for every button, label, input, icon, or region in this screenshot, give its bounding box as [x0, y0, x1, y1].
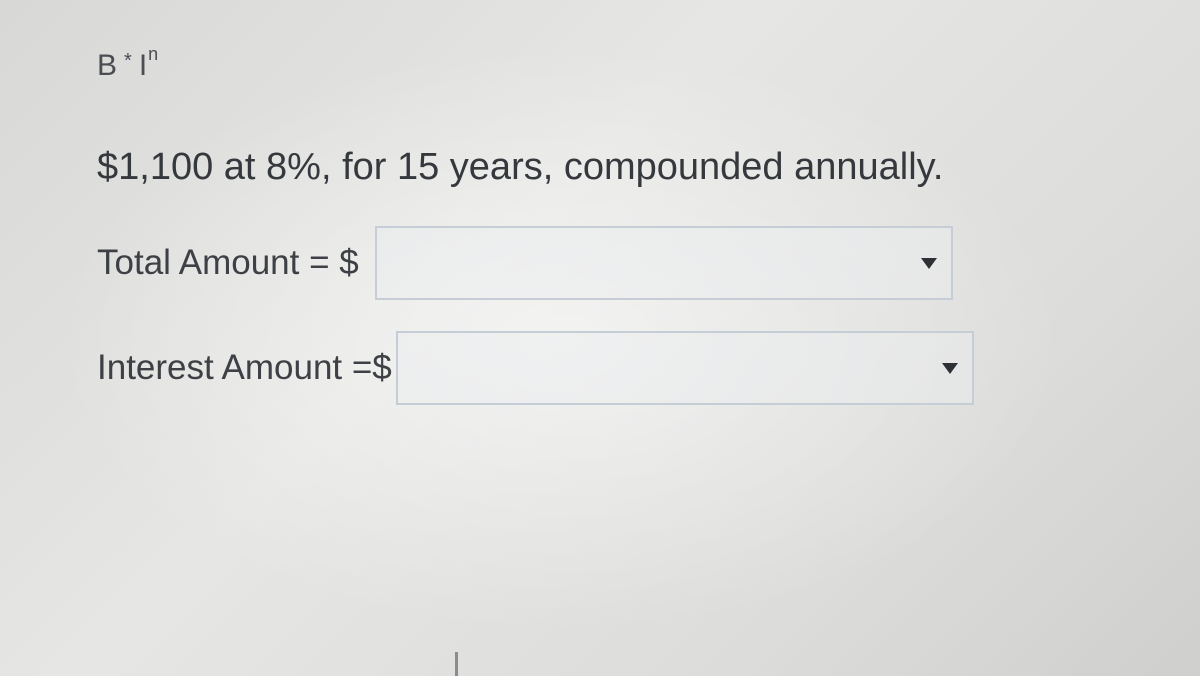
formula-base: B [97, 49, 119, 82]
problem-statement: $1,100 at 8%, for 15 years, compounded a… [97, 146, 944, 188]
chevron-down-icon[interactable] [941, 363, 958, 374]
formula: B * In [97, 44, 159, 83]
chevron-down-icon[interactable] [920, 258, 937, 269]
total-amount-dropdown[interactable] [374, 226, 953, 300]
formula-operator: * [124, 50, 133, 72]
divider-mark [455, 652, 458, 676]
interest-amount-label: Interest Amount =$ [97, 348, 392, 387]
total-amount-row: Total Amount = $ [97, 226, 953, 300]
question-panel: B * In $1,100 at 8%, for 15 years, compoun… [0, 0, 1200, 676]
interest-amount-row: Interest Amount =$ [97, 331, 974, 405]
formula-exponent: n [148, 44, 160, 64]
formula-factor: I [138, 49, 149, 82]
total-amount-label: Total Amount = $ [97, 243, 359, 282]
interest-amount-dropdown[interactable] [395, 331, 974, 405]
